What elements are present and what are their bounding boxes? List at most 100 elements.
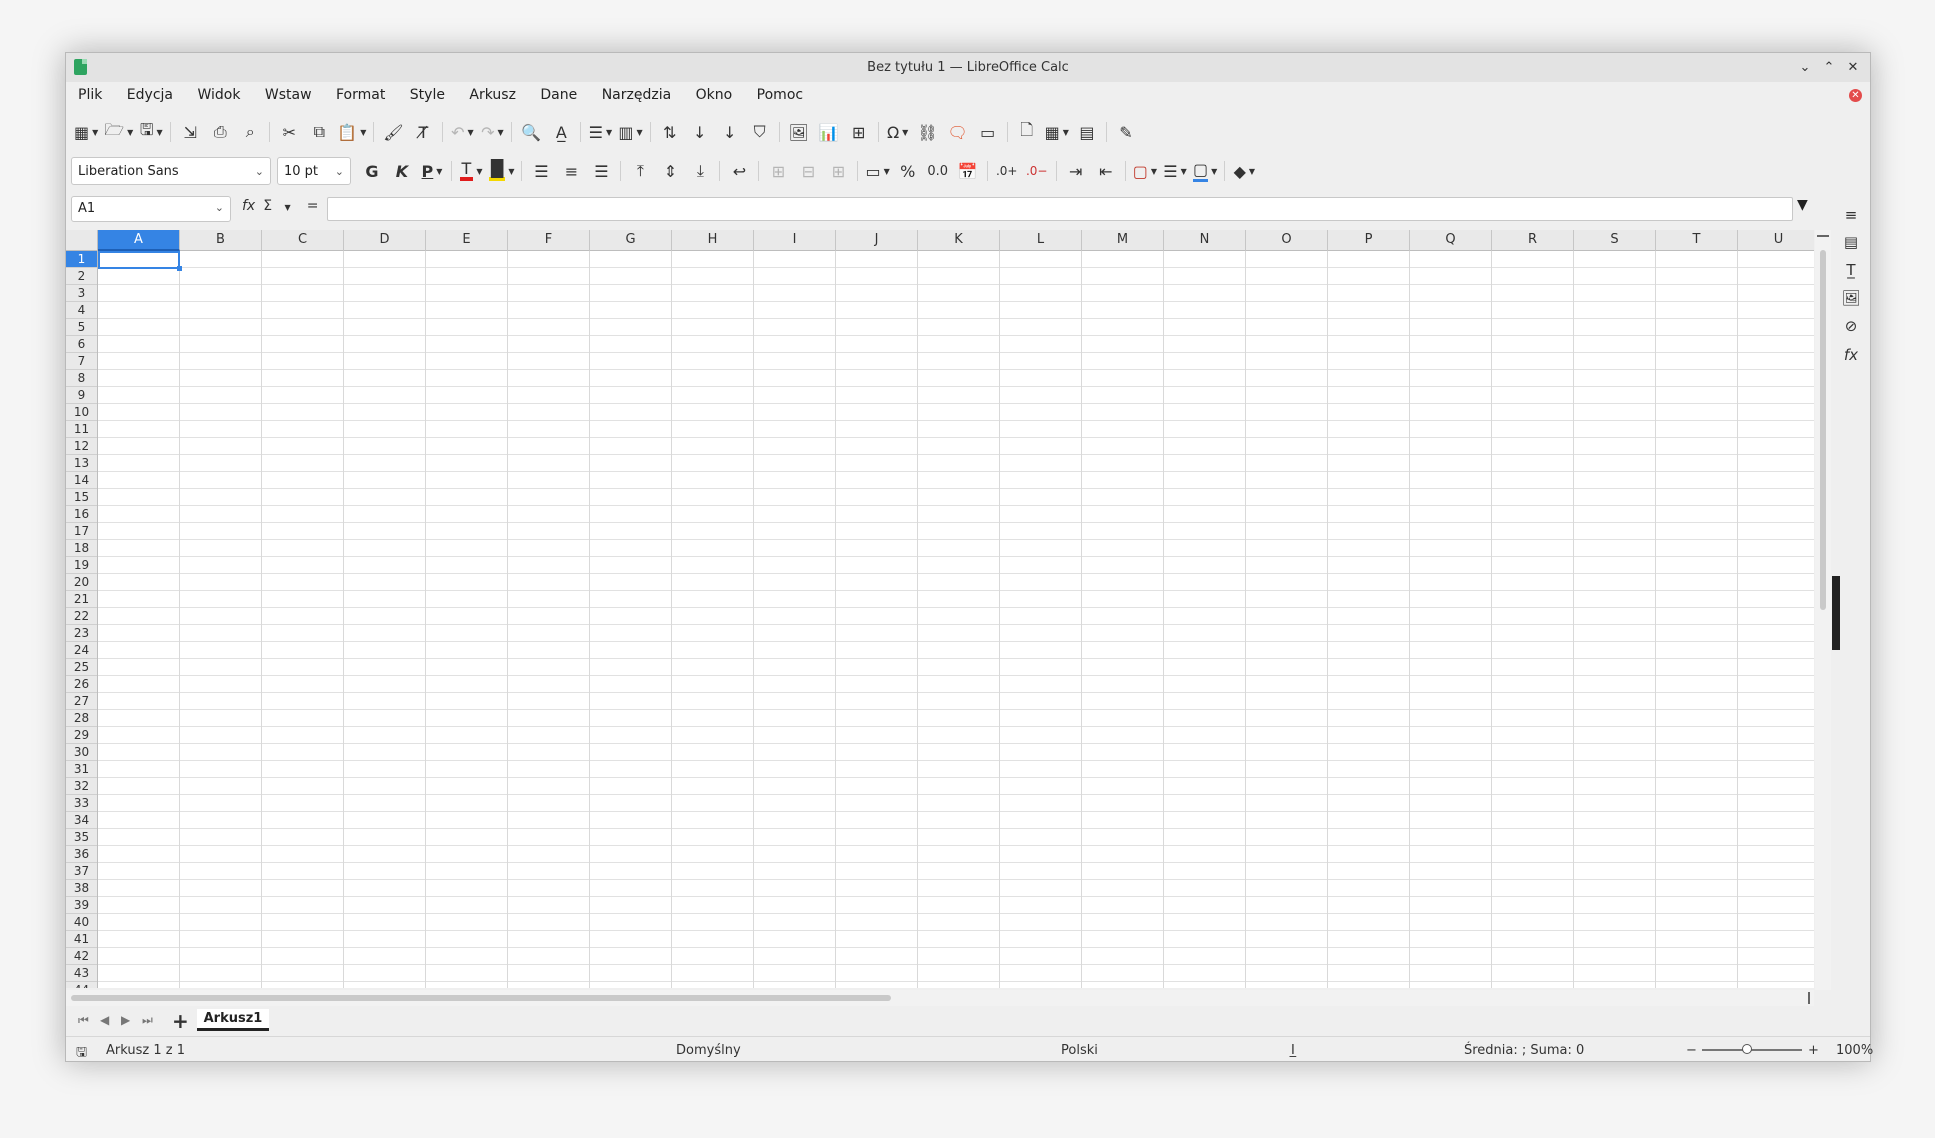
column-header-p[interactable]: P bbox=[1328, 230, 1410, 251]
column-header-f[interactable]: F bbox=[508, 230, 590, 251]
column-header-l[interactable]: L bbox=[1000, 230, 1082, 251]
menu-narzedzia[interactable]: Narzędzia bbox=[592, 82, 681, 108]
previous-sheet-icon[interactable]: ◀ bbox=[100, 1013, 109, 1027]
column-header-c[interactable]: C bbox=[262, 230, 344, 251]
row-header-7[interactable]: 7 bbox=[66, 353, 97, 370]
number-format-button[interactable]: 0.0 bbox=[923, 157, 953, 185]
undo-icon[interactable]: ↶ ▼ bbox=[447, 118, 477, 146]
row-header-14[interactable]: 14 bbox=[66, 472, 97, 489]
column-header-n[interactable]: N bbox=[1164, 230, 1246, 251]
menu-pomoc[interactable]: Pomoc bbox=[747, 82, 813, 108]
menu-okno[interactable]: Okno bbox=[686, 82, 743, 108]
row-header-43[interactable]: 43 bbox=[66, 965, 97, 982]
row-header-42[interactable]: 42 bbox=[66, 948, 97, 965]
row-header-15[interactable]: 15 bbox=[66, 489, 97, 506]
menu-dane[interactable]: Dane bbox=[530, 82, 587, 108]
date-format-icon[interactable]: 📅 bbox=[953, 157, 983, 185]
find-replace-icon[interactable]: 🔍 bbox=[516, 118, 546, 146]
row-header-36[interactable]: 36 bbox=[66, 846, 97, 863]
sort-ascending-icon[interactable]: ↓ bbox=[685, 118, 715, 146]
horizontal-scrollbar[interactable] bbox=[66, 990, 1814, 1006]
insert-image-icon[interactable]: 🖼 bbox=[784, 118, 814, 146]
formula-equals-icon[interactable]: = bbox=[307, 198, 319, 214]
row-header-8[interactable]: 8 bbox=[66, 370, 97, 387]
show-draw-functions-icon[interactable]: ✎ bbox=[1111, 118, 1141, 146]
select-all-corner[interactable] bbox=[66, 230, 98, 251]
insert-chart-icon[interactable]: 📊 bbox=[814, 118, 844, 146]
font-size-combo[interactable]: 10 pt ⌄ bbox=[277, 157, 351, 185]
column-header-m[interactable]: M bbox=[1082, 230, 1164, 251]
font-color-icon[interactable]: T ▼ bbox=[456, 157, 486, 185]
row-header-44[interactable]: 44 bbox=[66, 982, 97, 988]
comment-icon[interactable]: 🗨 bbox=[943, 118, 973, 146]
sheet-tab[interactable]: Arkusz1 bbox=[197, 1009, 269, 1031]
row-header-12[interactable]: 12 bbox=[66, 438, 97, 455]
row-header-6[interactable]: 6 bbox=[66, 336, 97, 353]
column-header-u[interactable]: U bbox=[1738, 230, 1814, 251]
align-left-icon[interactable]: ☰ bbox=[526, 157, 556, 185]
row-header-26[interactable]: 26 bbox=[66, 676, 97, 693]
row-header-20[interactable]: 20 bbox=[66, 574, 97, 591]
styles-icon[interactable]: T̲ bbox=[1832, 261, 1870, 279]
row-header-10[interactable]: 10 bbox=[66, 404, 97, 421]
column-header-a[interactable]: A bbox=[98, 230, 180, 251]
horizontal-scroll-thumb[interactable] bbox=[71, 995, 891, 1001]
row-header-23[interactable]: 23 bbox=[66, 625, 97, 642]
cut-icon[interactable]: ✂ bbox=[274, 118, 304, 146]
column-header-q[interactable]: Q bbox=[1410, 230, 1492, 251]
border-style-icon[interactable]: ☰ ▼ bbox=[1160, 157, 1190, 185]
row-header-17[interactable]: 17 bbox=[66, 523, 97, 540]
menu-widok[interactable]: Widok bbox=[187, 82, 250, 108]
freeze-rows-columns-icon[interactable]: ▦ ▼ bbox=[1042, 118, 1072, 146]
merge-center-icon[interactable]: ⊞ bbox=[763, 157, 793, 185]
split-handle-icon[interactable] bbox=[1808, 992, 1810, 1004]
vertical-scroll-thumb[interactable] bbox=[1820, 250, 1826, 610]
special-character-icon[interactable]: Ω ▼ bbox=[883, 118, 913, 146]
row-header-25[interactable]: 25 bbox=[66, 659, 97, 676]
document-status-icon[interactable]: 🖫 bbox=[76, 1043, 87, 1065]
column-header-o[interactable]: O bbox=[1246, 230, 1328, 251]
zoom-slider[interactable] bbox=[1702, 1049, 1802, 1051]
column-header-h[interactable]: H bbox=[672, 230, 754, 251]
row-header-5[interactable]: 5 bbox=[66, 319, 97, 336]
delete-decimal-icon[interactable]: .0− bbox=[1022, 157, 1052, 185]
italic-button[interactable]: K bbox=[387, 157, 417, 185]
align-middle-icon[interactable]: ⇕ bbox=[655, 157, 685, 185]
last-sheet-icon[interactable]: ⏭ bbox=[142, 1013, 153, 1028]
properties-icon[interactable]: ▤ bbox=[1832, 233, 1870, 251]
row-header-41[interactable]: 41 bbox=[66, 931, 97, 948]
print-preview-icon[interactable]: ⌕ bbox=[235, 118, 265, 146]
sidebar-menu-icon[interactable]: ≡ bbox=[1832, 206, 1870, 224]
function-wizard-icon[interactable]: fx bbox=[242, 198, 255, 214]
row-header-18[interactable]: 18 bbox=[66, 540, 97, 557]
zoom-out-button[interactable]: − bbox=[1686, 1043, 1697, 1058]
add-sheet-button[interactable]: + bbox=[172, 1009, 189, 1033]
maximize-button[interactable]: ⌃ bbox=[1818, 57, 1840, 79]
row-header-40[interactable]: 40 bbox=[66, 914, 97, 931]
menu-format[interactable]: Format bbox=[326, 82, 395, 108]
align-right-icon[interactable]: ☰ bbox=[586, 157, 616, 185]
row-header-1[interactable]: 1 bbox=[66, 251, 97, 268]
cell-area[interactable] bbox=[98, 251, 1814, 988]
row-header-19[interactable]: 19 bbox=[66, 557, 97, 574]
bold-button[interactable]: G bbox=[357, 157, 387, 185]
borders-icon[interactable]: ▢ ▼ bbox=[1130, 157, 1160, 185]
increase-indent-icon[interactable]: ⇥ bbox=[1061, 157, 1091, 185]
row-header-37[interactable]: 37 bbox=[66, 863, 97, 880]
save-icon[interactable]: 🖫 ▼ bbox=[136, 118, 166, 146]
headers-footers-icon[interactable]: ▭ bbox=[973, 118, 1003, 146]
new-icon[interactable]: ▦ ▼ bbox=[71, 118, 101, 146]
unmerge-cells-icon[interactable]: ⊞ bbox=[823, 157, 853, 185]
add-decimal-icon[interactable]: .0+ bbox=[992, 157, 1022, 185]
row-header-3[interactable]: 3 bbox=[66, 285, 97, 302]
open-icon[interactable]: 🗁 ▼ bbox=[101, 118, 136, 146]
column-header-j[interactable]: J bbox=[836, 230, 918, 251]
close-document-icon[interactable]: ✕ bbox=[1849, 89, 1862, 102]
column-header-k[interactable]: K bbox=[918, 230, 1000, 251]
redo-icon[interactable]: ↷ ▼ bbox=[477, 118, 507, 146]
menu-arkusz[interactable]: Arkusz bbox=[459, 82, 526, 108]
row-header-31[interactable]: 31 bbox=[66, 761, 97, 778]
expand-formula-bar-icon[interactable]: ▼ bbox=[1797, 197, 1808, 213]
row-header-4[interactable]: 4 bbox=[66, 302, 97, 319]
align-bottom-icon[interactable]: ⤓ bbox=[685, 157, 715, 185]
